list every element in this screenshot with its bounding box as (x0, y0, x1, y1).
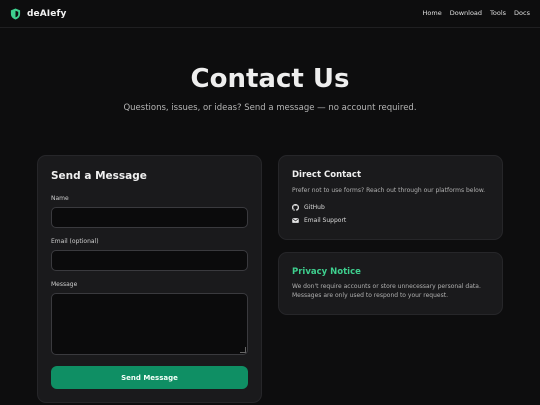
form-title: Send a Message (51, 170, 147, 182)
page-subtitle: Questions, issues, or ideas? Send a mess… (123, 103, 417, 113)
brand-name: deAIefy (27, 9, 67, 19)
nav-links: Home Download Tools Docs (423, 9, 530, 17)
message-label: Message (51, 281, 78, 288)
navbar: deAIefy Home Download Tools Docs (0, 0, 540, 28)
email-support-link-label: Email Support (304, 217, 347, 224)
message-wrapper (51, 293, 248, 355)
name-label: Name (51, 195, 69, 202)
direct-contact-card: Direct Contact Prefer not to use forms? … (278, 155, 503, 240)
direct-contact-title: Direct Contact (292, 170, 362, 180)
nav-link-docs[interactable]: Docs (514, 9, 530, 17)
privacy-notice-card: Privacy Notice We don't require accounts… (278, 252, 503, 315)
email-label: Email (optional) (51, 238, 99, 245)
github-icon (292, 204, 299, 211)
send-message-button[interactable]: Send Message (51, 366, 248, 389)
privacy-notice-text: We don't require accounts or store unnec… (292, 283, 481, 299)
mail-icon (292, 217, 299, 224)
shield-icon (10, 8, 21, 20)
name-input[interactable] (51, 207, 248, 228)
privacy-notice-title: Privacy Notice (292, 267, 361, 277)
github-link[interactable]: GitHub (292, 204, 325, 211)
email-input[interactable] (51, 250, 248, 271)
nav-link-tools[interactable]: Tools (490, 9, 506, 17)
message-textarea[interactable] (51, 293, 248, 355)
email-support-link[interactable]: Email Support (292, 217, 346, 224)
nav-link-download[interactable]: Download (450, 9, 482, 17)
nav-link-home[interactable]: Home (423, 9, 442, 17)
send-message-card: Send a Message Name Email (optional) Mes… (37, 155, 262, 403)
brand-logo-link[interactable]: deAIefy (10, 8, 66, 20)
direct-contact-text: Prefer not to use forms? Reach out throu… (292, 187, 486, 194)
page-title: Contact Us (190, 64, 350, 94)
github-link-label: GitHub (304, 204, 325, 211)
